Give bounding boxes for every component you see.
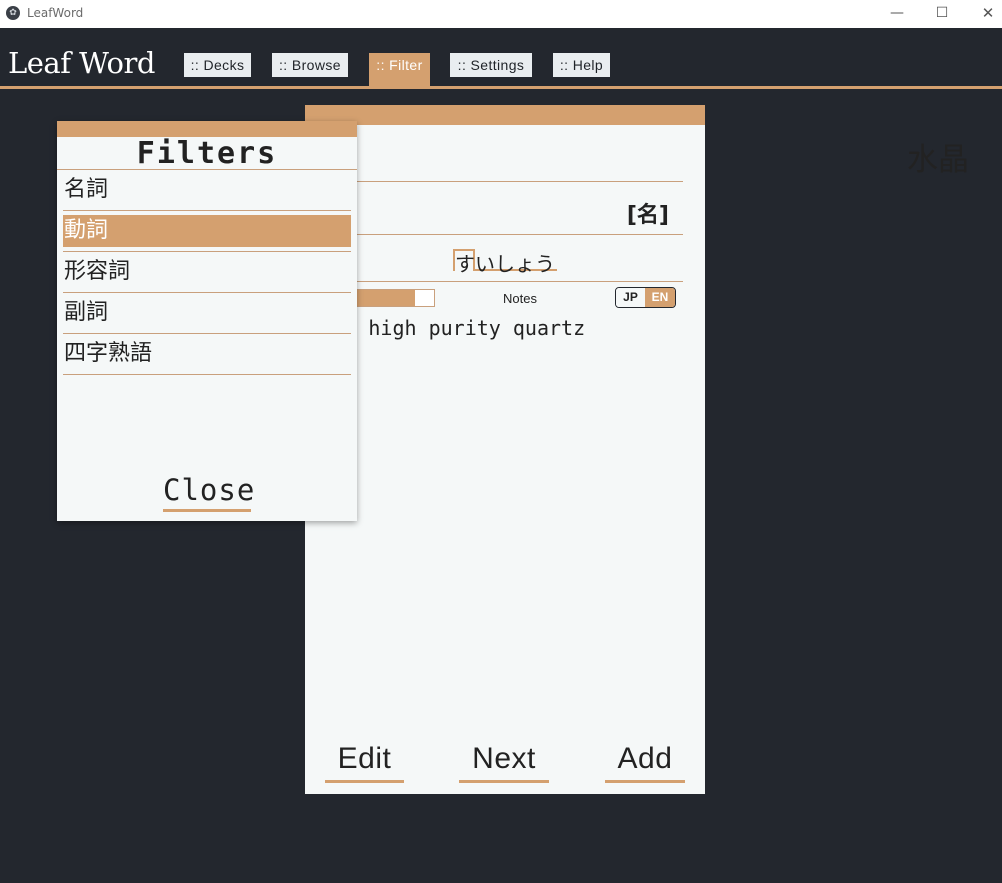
filter-item-yojijukugo[interactable]: 四字熟語 <box>63 336 351 372</box>
nav-help-button[interactable]: :: Help <box>553 53 610 77</box>
filters-panel: Filters 名詞 動詞 形容詞 副詞 四字熟語 Close <box>57 121 357 521</box>
next-button[interactable]: Next <box>459 741 549 783</box>
filter-item-verb[interactable]: 動詞 <box>63 213 351 249</box>
window-title: LeafWord <box>27 6 84 20</box>
card-header-bar <box>305 105 705 125</box>
filter-item-adverb[interactable]: 副詞 <box>63 295 351 331</box>
filter-divider <box>63 210 351 211</box>
card-definition: crystal, high purity quartz <box>306 316 704 340</box>
edit-button[interactable]: Edit <box>325 741 404 783</box>
filter-item-label: 四字熟語 <box>64 341 153 366</box>
card-part-of-speech: [名] <box>626 203 669 228</box>
close-window-button[interactable]: ✕ <box>965 0 1002 28</box>
filter-item-label: 副詞 <box>64 300 109 325</box>
notes-label[interactable]: Notes <box>503 291 537 306</box>
filter-divider <box>63 333 351 334</box>
filter-divider <box>63 251 351 252</box>
add-button[interactable]: Add <box>605 741 685 783</box>
card-word: 水晶 <box>907 142 969 178</box>
filter-item-adjective[interactable]: 形容詞 <box>63 254 351 290</box>
filters-title: Filters <box>136 136 278 171</box>
header-divider <box>0 86 1002 89</box>
filter-divider <box>63 292 351 293</box>
window-title-bar: ✿ LeafWord — ☐ ✕ <box>0 0 1002 28</box>
maximize-button[interactable]: ☐ <box>919 0 965 28</box>
minimize-button[interactable]: — <box>874 0 920 28</box>
nav-browse-button[interactable]: :: Browse <box>272 53 348 77</box>
language-en-option[interactable]: EN <box>645 288 675 307</box>
filter-item-label: 名詞 <box>64 177 109 202</box>
filters-close-button[interactable]: Close <box>163 471 254 512</box>
filter-item-noun[interactable]: 名詞 <box>63 172 351 208</box>
filter-item-label: 動詞 <box>64 218 109 243</box>
card-divider <box>305 234 683 235</box>
card-reading: すいしょう <box>455 252 555 276</box>
language-jp-option[interactable]: JP <box>616 288 645 307</box>
filter-divider <box>63 374 351 375</box>
card-divider <box>305 181 683 182</box>
filters-title-divider <box>57 169 357 170</box>
card-divider <box>305 281 683 282</box>
nav-decks-button[interactable]: :: Decks <box>184 53 251 77</box>
nav-filter-button[interactable]: :: Filter <box>369 53 430 87</box>
nav-settings-button[interactable]: :: Settings <box>450 53 532 77</box>
filter-item-label: 形容詞 <box>64 259 131 284</box>
filters-header-bar <box>57 121 357 137</box>
language-toggle[interactable]: JP EN <box>615 287 676 308</box>
app-brand: Leaf Word <box>8 46 155 80</box>
app-logo-icon: ✿ <box>6 6 20 20</box>
